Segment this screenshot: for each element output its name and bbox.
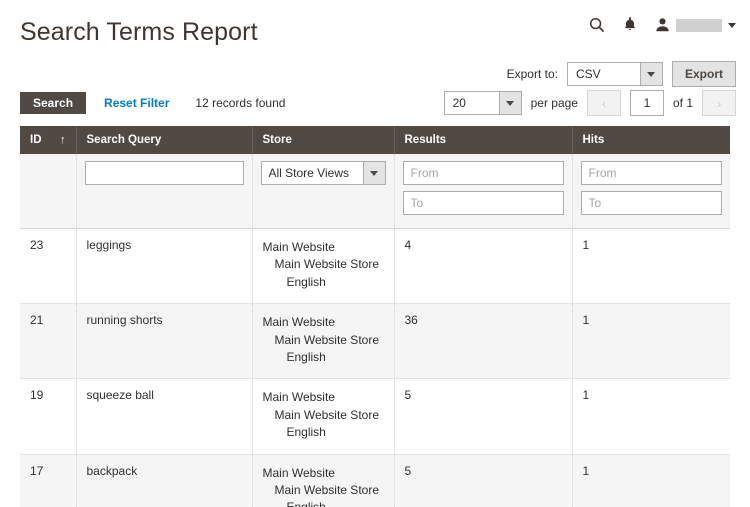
column-header-hits[interactable]: Hits [572,126,730,154]
cell-search-query: backpack [76,454,253,507]
cell-search-query: leggings [76,228,253,305]
grid-body: 23 leggings Main Website Main Website Store… [20,228,730,507]
sort-ascending-icon: ↑ [60,134,66,146]
search-terms-grid: ID ↑ Search Query Store Results Hits All… [20,126,730,507]
grid-header: ID ↑ Search Query Store Results Hits [20,126,730,154]
chevron-right-icon: › [716,95,722,111]
cell-id: 23 [20,228,77,305]
store-group: Main Website Store [274,257,380,272]
store-filter-value: All Store Views [268,166,349,180]
cell-results: 4 [394,228,573,305]
filter-cell-hits [572,154,730,229]
results-to-input[interactable] [402,191,564,215]
store-tree: Main Website Main Website Store English [263,314,384,366]
table-row[interactable]: 21 running shorts Main Website Main Website… [20,303,730,380]
hits-to-input[interactable] [580,191,722,215]
cell-hits: 1 [572,454,730,507]
previous-page-button[interactable]: ‹ [586,90,621,116]
table-row[interactable]: 17 backpack Main Website Main Website Store… [20,454,730,507]
store-website: Main Website [262,315,335,330]
pagination-controls: 20 per page ‹ of 1 › [443,90,736,116]
filter-cell-id [20,154,77,229]
header-tools [589,17,736,33]
filter-cell-search-query [76,154,253,229]
cell-store: Main Website Main Website Store English [252,303,395,380]
user-menu[interactable] [655,17,736,33]
cell-store: Main Website Main Website Store English [252,454,395,507]
cell-search-query: squeeze ball [76,378,253,455]
total-pages-label: of 1 [672,96,693,110]
filter-cell-results [394,154,573,229]
cell-id: 19 [20,378,77,455]
grid-filter-row: All Store Views [20,154,730,229]
store-website: Main Website [262,465,335,480]
cell-search-query: running shorts [76,303,253,380]
store-group: Main Website Store [274,407,380,422]
per-page-select[interactable]: 20 [443,91,522,115]
results-from-input[interactable] [402,161,564,185]
cell-hits: 1 [572,303,730,380]
store-view: English [286,425,326,440]
cell-id: 17 [20,454,77,507]
chevron-down-icon [362,162,385,184]
search-icon[interactable] [589,17,605,33]
store-group: Main Website Store [274,332,380,347]
reset-filter-link[interactable]: Reset Filter [104,96,169,110]
store-tree: Main Website Main Website Store English [263,465,384,507]
store-view: English [263,499,384,507]
chevron-down-icon [498,92,521,114]
admin-header: Search Terms Report [0,0,750,58]
column-label: ID [30,134,42,146]
cell-id: 21 [20,303,77,380]
cell-results: 36 [394,303,573,380]
filter-cell-store: All Store Views [252,154,395,229]
cell-hits: 1 [572,228,730,305]
chevron-left-icon: ‹ [601,95,607,111]
cell-results: 5 [394,378,573,455]
page-title: Search Terms Report [20,18,258,46]
cell-store: Main Website Main Website Store English [252,378,395,455]
chevron-down-icon [639,63,662,85]
hits-from-input[interactable] [580,161,722,185]
bell-icon[interactable] [623,17,637,33]
store-group: Main Website Store [274,482,380,497]
column-header-id[interactable]: ID ↑ [20,126,77,154]
grid-actions: Search Reset Filter 12 records found [20,92,285,114]
store-website: Main Website [262,390,335,405]
table-row[interactable]: 23 leggings Main Website Main Website Store… [20,228,730,305]
user-name [676,18,722,32]
store-tree: Main Website Main Website Store English [263,239,384,291]
user-icon [655,17,670,33]
store-tree: Main Website Main Website Store English [263,389,384,441]
export-format-select[interactable]: CSV [566,62,663,86]
store-view: English [286,349,326,364]
cell-results: 5 [394,454,573,507]
export-to-label: Export to: [506,67,558,81]
search-button[interactable]: Search [20,92,87,114]
column-header-results[interactable]: Results [394,126,573,154]
per-page-value: 20 [452,96,466,110]
page-number-input[interactable] [629,90,664,116]
export-button[interactable]: Export [671,61,736,87]
chevron-down-icon [728,22,736,28]
next-page-button[interactable]: › [702,90,736,116]
cell-hits: 1 [572,378,730,455]
per-page-label: per page [530,96,578,110]
search-query-filter-input[interactable] [84,161,244,185]
store-filter-select[interactable]: All Store Views [260,161,386,185]
records-found-count: 12 records found [195,96,286,110]
export-format-value: CSV [575,67,601,81]
table-row[interactable]: 19 squeeze ball Main Website Main Website S… [20,378,730,455]
store-website: Main Website [262,240,335,254]
admin-page: Search Terms Report Export to: CSV Expor… [0,0,750,507]
store-view: English [286,274,326,289]
export-controls: Export to: CSV Export [507,61,736,87]
column-header-search-query[interactable]: Search Query [76,126,253,154]
column-header-store[interactable]: Store [252,126,395,154]
cell-store: Main Website Main Website Store English [252,228,395,305]
